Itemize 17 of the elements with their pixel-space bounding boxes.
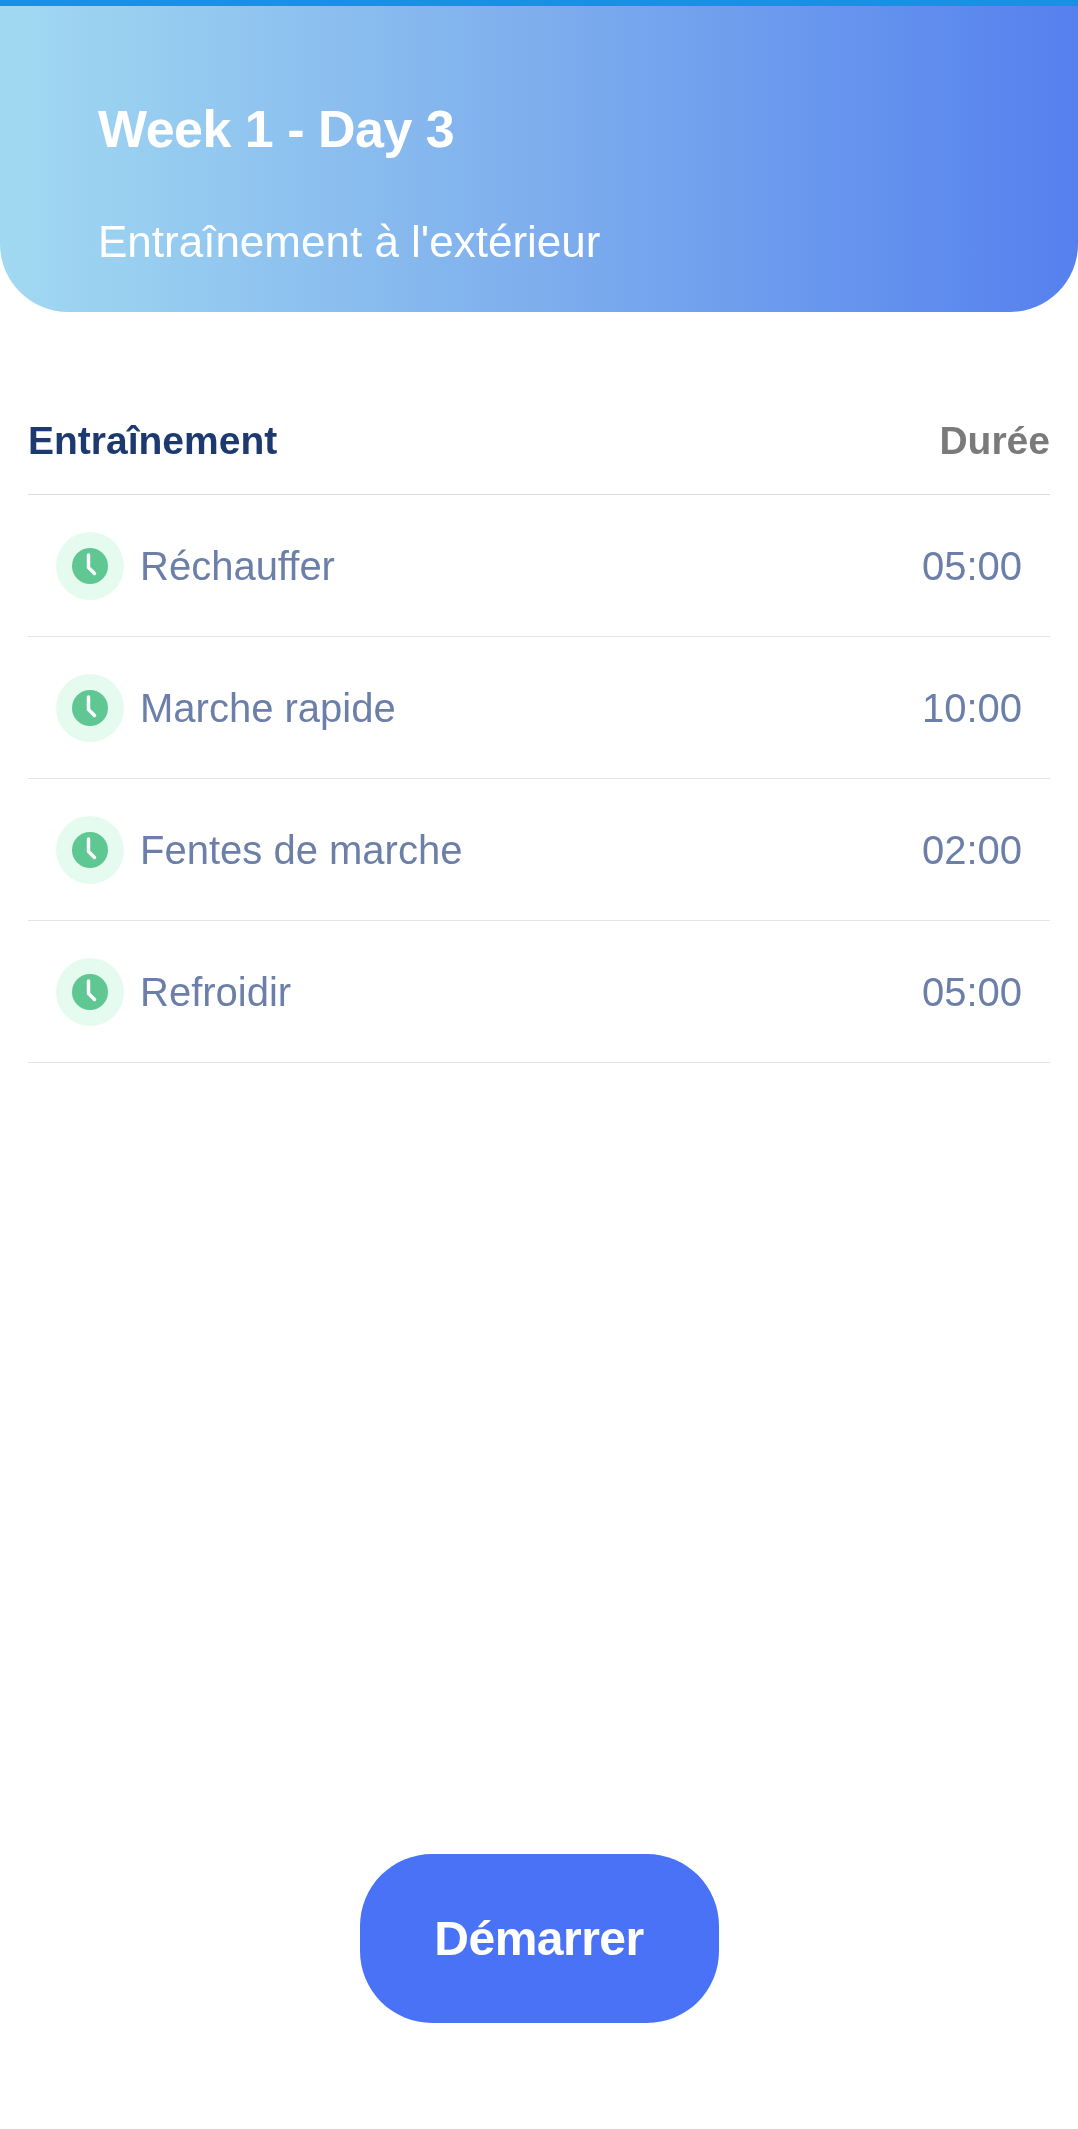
column-header: Entraînement [28,418,278,464]
page-subtitle: Entraînement à l'extérieur [98,216,601,268]
page-title: Week 1 - Day 3 [98,99,455,159]
exercise-duration: 05:00 [921,968,1022,1016]
clock-icon [56,957,124,1026]
exercise-duration: 05:00 [921,542,1022,590]
exercise-name: Réchauffer [140,542,335,590]
exercise-name: Fentes de marche [140,826,463,874]
exercise-name: Refroidir [140,968,292,1016]
start-button[interactable]: Démarrer [359,1854,719,2023]
exercise-duration: 10:00 [921,684,1022,732]
clock-icon [56,531,124,600]
clock-icon [56,673,124,742]
clock-icon [56,815,124,884]
exercise-name: Marche rapide [140,684,396,732]
column-header: Durée [939,418,1050,464]
exercise-duration: 02:00 [921,826,1022,874]
